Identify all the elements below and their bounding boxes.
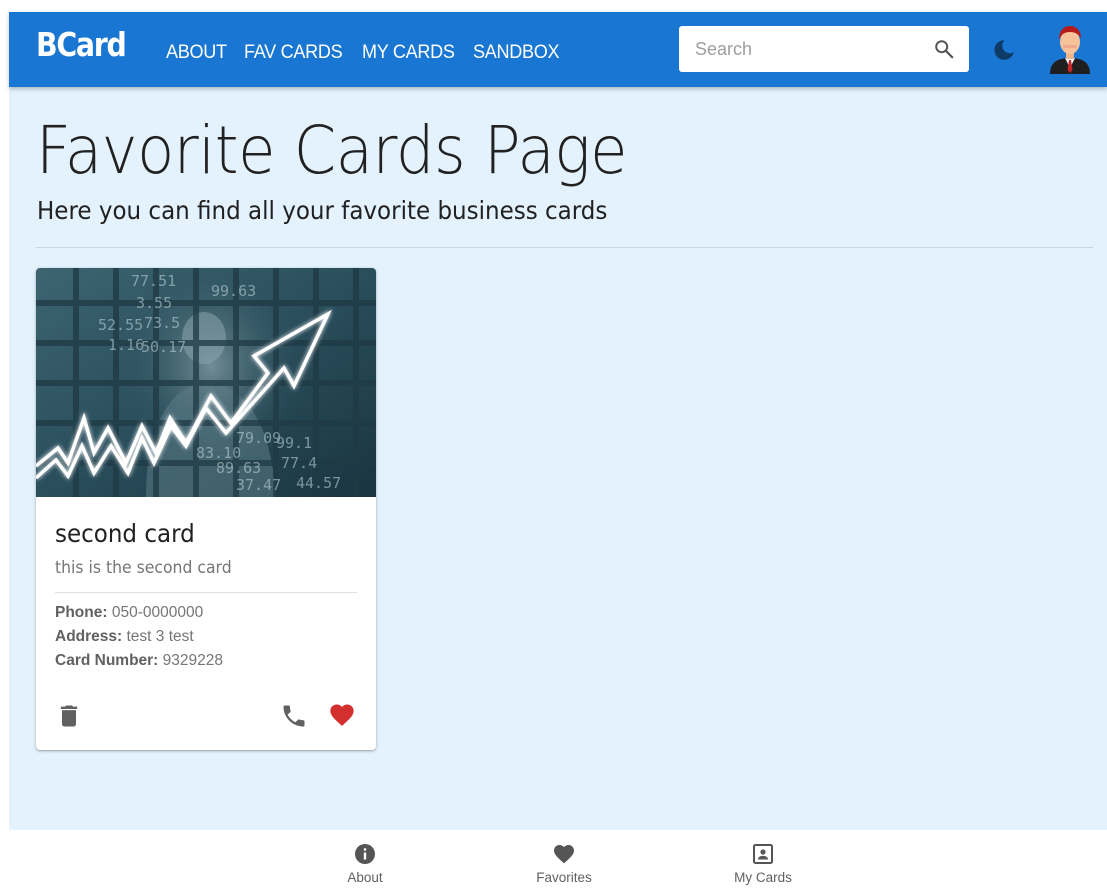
card-phone: Phone: 050-0000000 bbox=[55, 604, 203, 622]
business-card[interactable]: 77.51 3.55 52.55 73.5 1.16 50.17 99.63 7… bbox=[36, 268, 376, 750]
card-phone-label: Phone: bbox=[55, 604, 108, 621]
search-icon[interactable] bbox=[933, 38, 955, 60]
page-divider bbox=[36, 247, 1093, 248]
card-title: second card bbox=[55, 519, 195, 548]
avatar[interactable] bbox=[1046, 22, 1094, 74]
bottom-nav-about[interactable]: About bbox=[310, 830, 420, 890]
svg-text:44.57: 44.57 bbox=[296, 474, 341, 492]
nav-sandbox[interactable]: SANDBOX bbox=[473, 42, 560, 64]
card-number-value: 9329228 bbox=[162, 652, 224, 669]
card-number: Card Number: 9329228 bbox=[55, 652, 223, 670]
contact-card-icon bbox=[753, 844, 773, 864]
nav-my-cards[interactable]: MY CARDS bbox=[362, 42, 455, 64]
svg-text:73.5: 73.5 bbox=[144, 314, 180, 332]
trash-icon[interactable] bbox=[55, 702, 83, 730]
heart-icon bbox=[554, 845, 574, 864]
card-address: Address: test 3 test bbox=[55, 628, 194, 646]
svg-text:50.17: 50.17 bbox=[141, 338, 186, 356]
card-divider bbox=[55, 592, 357, 593]
search-box bbox=[679, 26, 969, 72]
bottom-nav-my-cards-label: My Cards bbox=[734, 870, 792, 885]
bottom-navigation: About Favorites My Cards bbox=[9, 830, 1107, 890]
card-number-label: Card Number: bbox=[55, 652, 159, 669]
bottom-nav-about-label: About bbox=[347, 870, 383, 885]
logo[interactable]: BCard bbox=[36, 25, 127, 64]
moon-icon[interactable] bbox=[991, 37, 1017, 63]
info-icon bbox=[355, 844, 375, 864]
phone-icon[interactable] bbox=[280, 702, 308, 730]
svg-text:79.09: 79.09 bbox=[236, 429, 281, 447]
svg-text:52.55: 52.55 bbox=[98, 316, 143, 334]
nav-fav-cards[interactable]: FAV CARDS bbox=[244, 42, 343, 64]
svg-text:77.4: 77.4 bbox=[281, 454, 317, 472]
svg-text:3.55: 3.55 bbox=[136, 294, 172, 312]
page-subtitle: Here you can find all your favorite busi… bbox=[37, 196, 608, 225]
page-title: Favorite Cards Page bbox=[36, 112, 628, 189]
bottom-nav-favorites-label: Favorites bbox=[536, 870, 592, 885]
card-address-label: Address: bbox=[55, 628, 123, 645]
heart-icon[interactable] bbox=[328, 701, 356, 729]
app-frame: BCard ABOUT FAV CARDS MY CARDS SANDBOX S… bbox=[9, 12, 1107, 890]
svg-text:1.16: 1.16 bbox=[108, 336, 144, 354]
svg-text:99.63: 99.63 bbox=[211, 282, 256, 300]
card-phone-value: 050-0000000 bbox=[111, 604, 204, 621]
svg-text:37.47: 37.47 bbox=[236, 476, 281, 494]
bottom-nav-favorites[interactable]: Favorites bbox=[509, 830, 619, 890]
svg-text:77.51: 77.51 bbox=[131, 272, 176, 290]
nav-about[interactable]: ABOUT bbox=[166, 42, 227, 64]
search-input[interactable] bbox=[679, 26, 929, 72]
app-bar: BCard ABOUT FAV CARDS MY CARDS SANDBOX bbox=[9, 12, 1107, 87]
card-address-value: test 3 test bbox=[126, 628, 194, 645]
bottom-nav-my-cards[interactable]: My Cards bbox=[708, 830, 818, 890]
card-subtitle: this is the second card bbox=[55, 558, 232, 578]
svg-text:89.63: 89.63 bbox=[216, 459, 261, 477]
card-image[interactable]: 77.51 3.55 52.55 73.5 1.16 50.17 99.63 7… bbox=[36, 268, 376, 497]
svg-text:99.1: 99.1 bbox=[276, 434, 312, 452]
main-nav: ABOUT FAV CARDS MY CARDS SANDBOX bbox=[159, 42, 571, 64]
